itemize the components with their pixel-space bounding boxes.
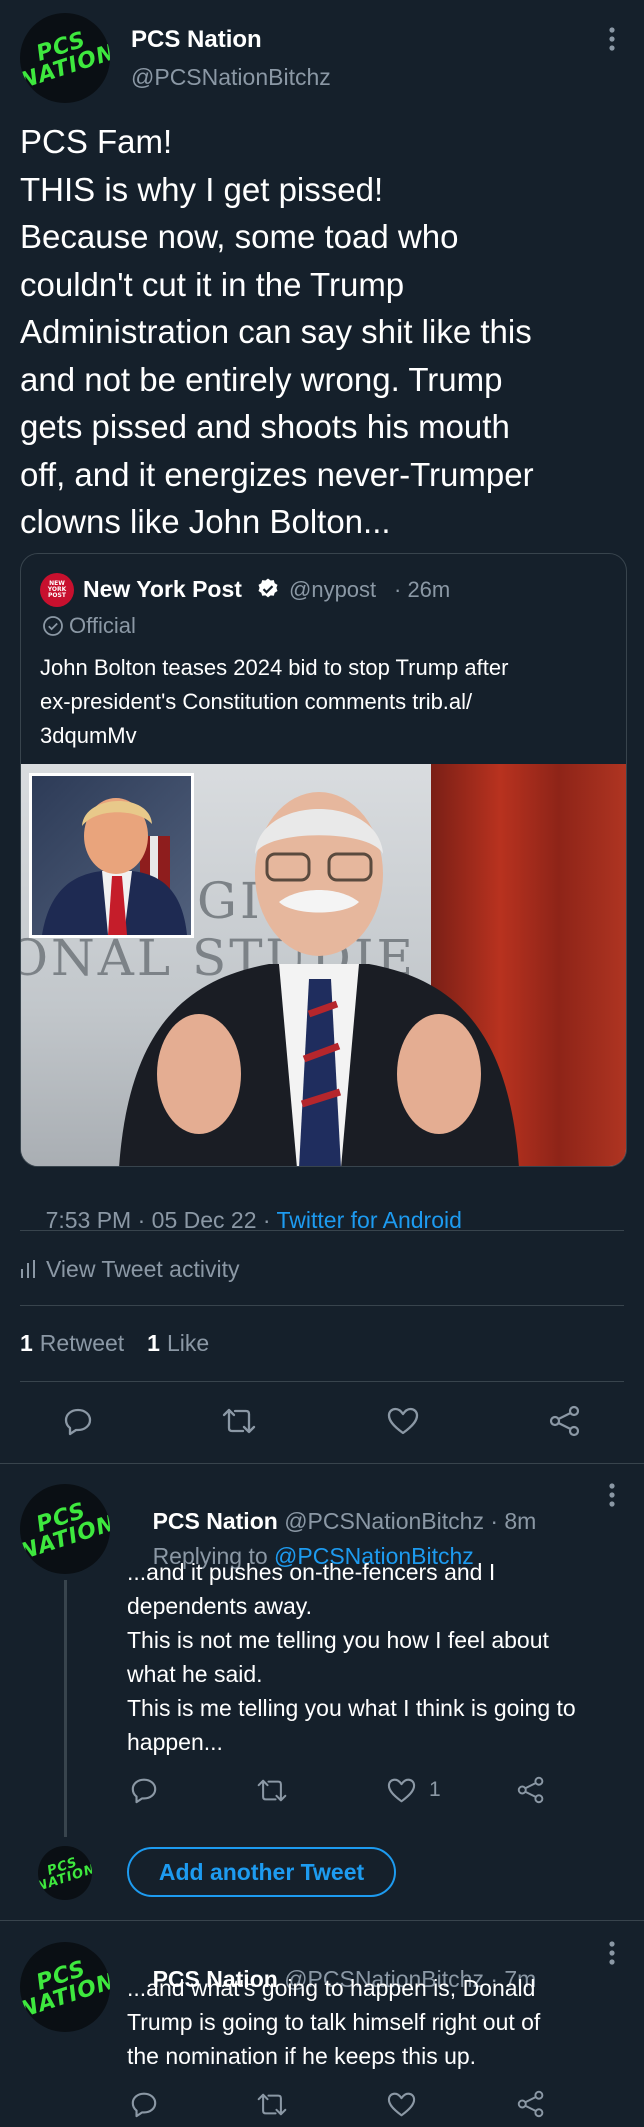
like-count[interactable]: 1 bbox=[147, 1330, 160, 1357]
avatar-logo-text: PCS NATION bbox=[20, 1498, 110, 1566]
reply-icon[interactable] bbox=[63, 1406, 93, 1436]
avatar[interactable]: PCS NATION bbox=[38, 1846, 92, 1900]
retweet-label[interactable]: Retweet bbox=[40, 1330, 124, 1357]
reply-text-line: This is not me telling you how I feel ab… bbox=[127, 1627, 549, 1653]
divider bbox=[0, 1920, 644, 1921]
reply-icon[interactable] bbox=[130, 2090, 158, 2118]
thread-line bbox=[64, 1580, 67, 1837]
share-icon[interactable] bbox=[548, 1405, 582, 1437]
avatar-logo-text: PCS NATION bbox=[20, 27, 110, 95]
retweet-icon[interactable] bbox=[256, 1777, 288, 1804]
share-icon[interactable] bbox=[516, 2090, 546, 2118]
author-handle[interactable]: @PCSNationBitchz bbox=[131, 64, 331, 91]
tweet-text-line: clowns like John Bolton... bbox=[20, 503, 391, 540]
like-icon[interactable] bbox=[387, 1777, 416, 1804]
author-name[interactable]: PCS Nation bbox=[131, 26, 262, 54]
quote-photo[interactable]: GIC ONAL STUDIE bbox=[21, 764, 626, 1166]
reply-icon[interactable] bbox=[130, 1776, 158, 1804]
reply-text-line: what he said. bbox=[127, 1661, 263, 1687]
tweet-text-line: off, and it energizes never-Trumper bbox=[20, 455, 534, 493]
retweet-count[interactable]: 1 bbox=[20, 1330, 33, 1357]
more-options-icon[interactable] bbox=[608, 1940, 616, 1966]
divider bbox=[20, 1381, 624, 1382]
tweet-text-line: PCS Fam! bbox=[20, 123, 173, 160]
like-count: 1 bbox=[429, 1778, 441, 1801]
tweet-timestamp-row: 7:53 PM · 05 Dec 22 · Twitter for Androi… bbox=[20, 1180, 462, 1261]
reply-text-line: dependents away. bbox=[127, 1593, 312, 1619]
reply-text-line: ...and it pushes on-the-fencers and I bbox=[127, 1559, 496, 1585]
more-options-icon[interactable] bbox=[608, 26, 616, 52]
avatar[interactable]: PCS NATION bbox=[20, 1942, 110, 2032]
reply-timestamp: · 8m bbox=[490, 1508, 537, 1534]
quote-text-line: ex-president's Constitution comments tri… bbox=[40, 689, 473, 714]
retweet-icon[interactable] bbox=[221, 1406, 257, 1436]
share-icon[interactable] bbox=[516, 1776, 546, 1804]
verified-badge-icon bbox=[256, 577, 280, 601]
retweet-icon[interactable] bbox=[256, 2091, 288, 2118]
official-icon bbox=[42, 615, 64, 637]
avatar-logo-text: PCS NATION bbox=[38, 1854, 92, 1895]
quote-text-line: 3dqumMv bbox=[40, 723, 137, 748]
reply-text-line: This is me telling you what I think is g… bbox=[127, 1695, 576, 1721]
engagement-counts: 1 Retweet 1 Like bbox=[20, 1330, 209, 1357]
reply-text-line: Trump is going to talk himself right out… bbox=[127, 2009, 541, 2035]
avatar[interactable]: PCS NATION bbox=[20, 1484, 110, 1574]
quote-text-line: John Bolton teases 2024 bid to stop Trum… bbox=[40, 655, 509, 680]
tweet-text-line: couldn't cut it in the Trump bbox=[20, 265, 405, 303]
quote-text: John Bolton teases 2024 bid to stop Trum… bbox=[40, 651, 610, 753]
inset-photo bbox=[29, 773, 194, 938]
add-another-tweet-button[interactable]: Add another Tweet bbox=[127, 1847, 396, 1897]
tweet-text-line: gets pissed and shoots his mouth bbox=[20, 408, 510, 445]
like-label[interactable]: Like bbox=[167, 1330, 209, 1357]
avatar-logo-text: PCS NATION bbox=[20, 1956, 110, 2024]
reply-text-line: the nomination if he keeps this up. bbox=[127, 2043, 477, 2069]
tweet-text: PCS Fam! THIS is why I get pissed! Becau… bbox=[20, 118, 630, 546]
nypost-logo[interactable]: NEW YORK POST bbox=[40, 573, 74, 607]
add-another-tweet-label: Add another Tweet bbox=[158, 1858, 365, 1885]
reply-text-line: ...and what's going to happen is, Donald bbox=[127, 1975, 536, 2001]
tweet-text-line: Administration can say shit like this bbox=[20, 313, 532, 350]
view-tweet-activity[interactable]: View Tweet activity bbox=[20, 1254, 239, 1284]
activity-chart-icon bbox=[20, 1259, 36, 1279]
official-label: Official bbox=[69, 613, 136, 638]
tweet-text-line: Because now, some toad who bbox=[20, 218, 459, 255]
quote-author-name[interactable]: New York Post bbox=[83, 576, 242, 603]
tweet-text-line: THIS is why I get pissed! bbox=[20, 170, 384, 208]
divider bbox=[20, 1305, 624, 1306]
reply-text: ...and it pushes on-the-fencers and I de… bbox=[127, 1555, 627, 1759]
reply-text: ...and what's going to happen is, Donald… bbox=[127, 1971, 627, 2073]
like-icon[interactable] bbox=[387, 2091, 416, 2118]
like-icon[interactable] bbox=[387, 1406, 419, 1436]
avatar[interactable]: PCS NATION bbox=[20, 13, 110, 103]
reply-text-line: happen... bbox=[127, 1729, 223, 1755]
quote-timestamp: · 26m bbox=[394, 577, 451, 602]
quoted-tweet-card[interactable]: NEW YORK POST New York Post @nypost · 26… bbox=[20, 553, 627, 1167]
nypost-logo-text: NEW YORK POST bbox=[47, 580, 67, 599]
tweet-text-line: and not be entirely wrong. Trump bbox=[20, 360, 503, 398]
more-options-icon[interactable] bbox=[608, 1482, 616, 1508]
quote-author-handle[interactable]: @nypost bbox=[289, 577, 376, 603]
activity-label: View Tweet activity bbox=[46, 1255, 240, 1282]
divider bbox=[0, 1463, 644, 1464]
divider bbox=[20, 1230, 624, 1231]
